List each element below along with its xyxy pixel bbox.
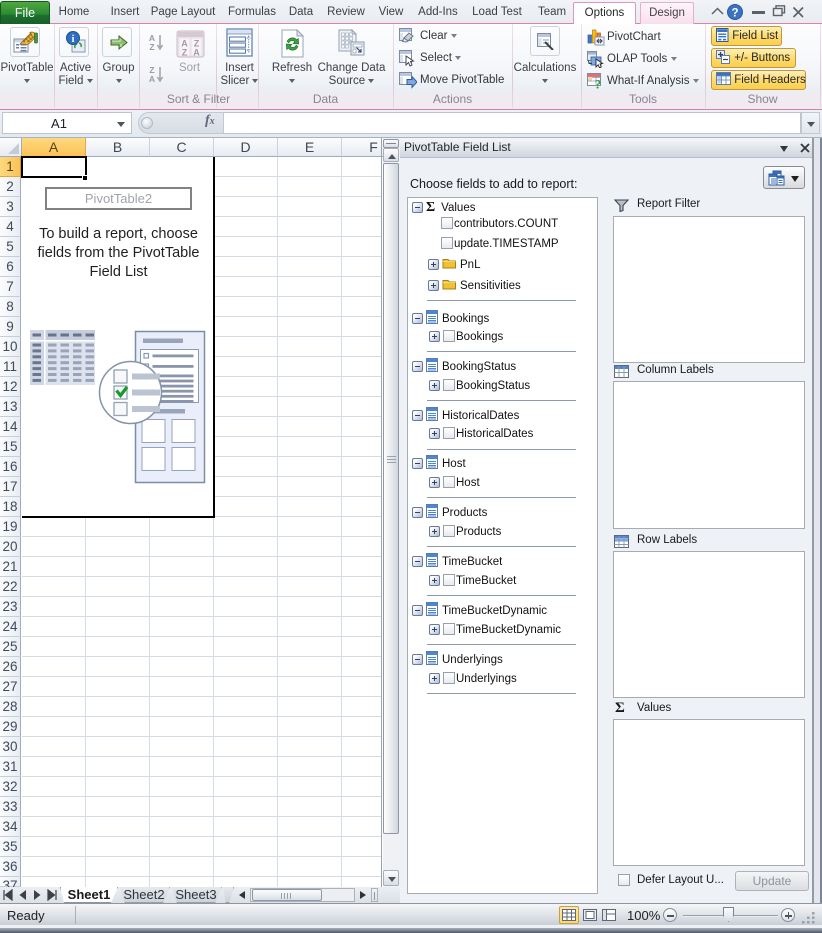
svg-text:Z: Z [149, 42, 154, 52]
svg-text:A: A [149, 74, 155, 84]
svg-text:?: ? [731, 8, 738, 20]
svg-text:A: A [193, 48, 200, 58]
svg-text:?: ? [595, 77, 602, 91]
svg-text:Z: Z [182, 48, 188, 58]
svg-text:i: i [72, 34, 75, 45]
